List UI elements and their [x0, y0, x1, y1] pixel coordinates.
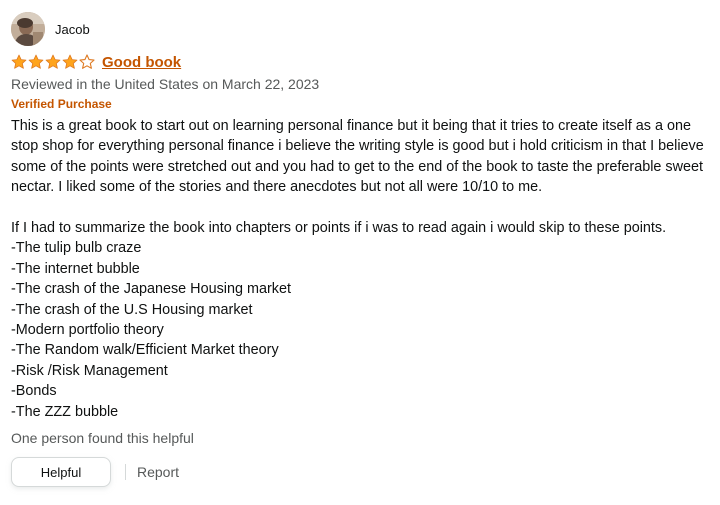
- review-point: -The Random walk/Efficient Market theory: [11, 342, 279, 359]
- action-divider: [125, 464, 126, 481]
- customer-review: Jacob Good book Reviewed in the United S…: [11, 12, 711, 488]
- star-rating[interactable]: [11, 54, 96, 70]
- reviewer-name[interactable]: Jacob: [55, 22, 90, 37]
- reviewer-profile[interactable]: Jacob: [11, 12, 711, 46]
- review-title-link[interactable]: Good book: [102, 54, 181, 71]
- rating-title-row: Good book: [11, 52, 711, 72]
- review-point: -The crash of the U.S Housing market: [11, 301, 253, 318]
- helpful-button[interactable]: Helpful: [11, 457, 111, 488]
- star-filled-icon: [28, 54, 44, 69]
- review-paragraph: This is a great book to start out on lea…: [11, 118, 704, 196]
- review-point: -Modern portfolio theory: [11, 322, 164, 339]
- review-point: -The tulip bulb craze: [11, 240, 142, 257]
- review-point: -The ZZZ bubble: [11, 403, 119, 420]
- star-filled-icon: [45, 54, 61, 69]
- review-paragraph: If I had to summarize the book into chap…: [11, 220, 667, 237]
- avatar-photo-icon: [11, 12, 45, 46]
- star-empty-icon: [79, 54, 95, 69]
- review-point: -The internet bubble: [11, 260, 140, 277]
- review-point: -The crash of the Japanese Housing marke…: [11, 281, 291, 298]
- review-point: -Risk /Risk Management: [11, 362, 168, 379]
- star-filled-icon: [62, 54, 78, 69]
- helpful-count: One person found this helpful: [11, 430, 194, 447]
- review-date: Reviewed in the United States on March 2…: [11, 76, 320, 92]
- verified-purchase-badge[interactable]: Verified Purchase: [11, 96, 711, 112]
- review-body: This is a great book to start out on lea…: [11, 116, 711, 422]
- star-filled-icon: [11, 54, 27, 69]
- report-link[interactable]: Report: [137, 464, 179, 480]
- review-actions: Helpful Report: [11, 457, 711, 488]
- review-point: -Bonds: [11, 383, 57, 400]
- reviewer-avatar[interactable]: [11, 12, 45, 46]
